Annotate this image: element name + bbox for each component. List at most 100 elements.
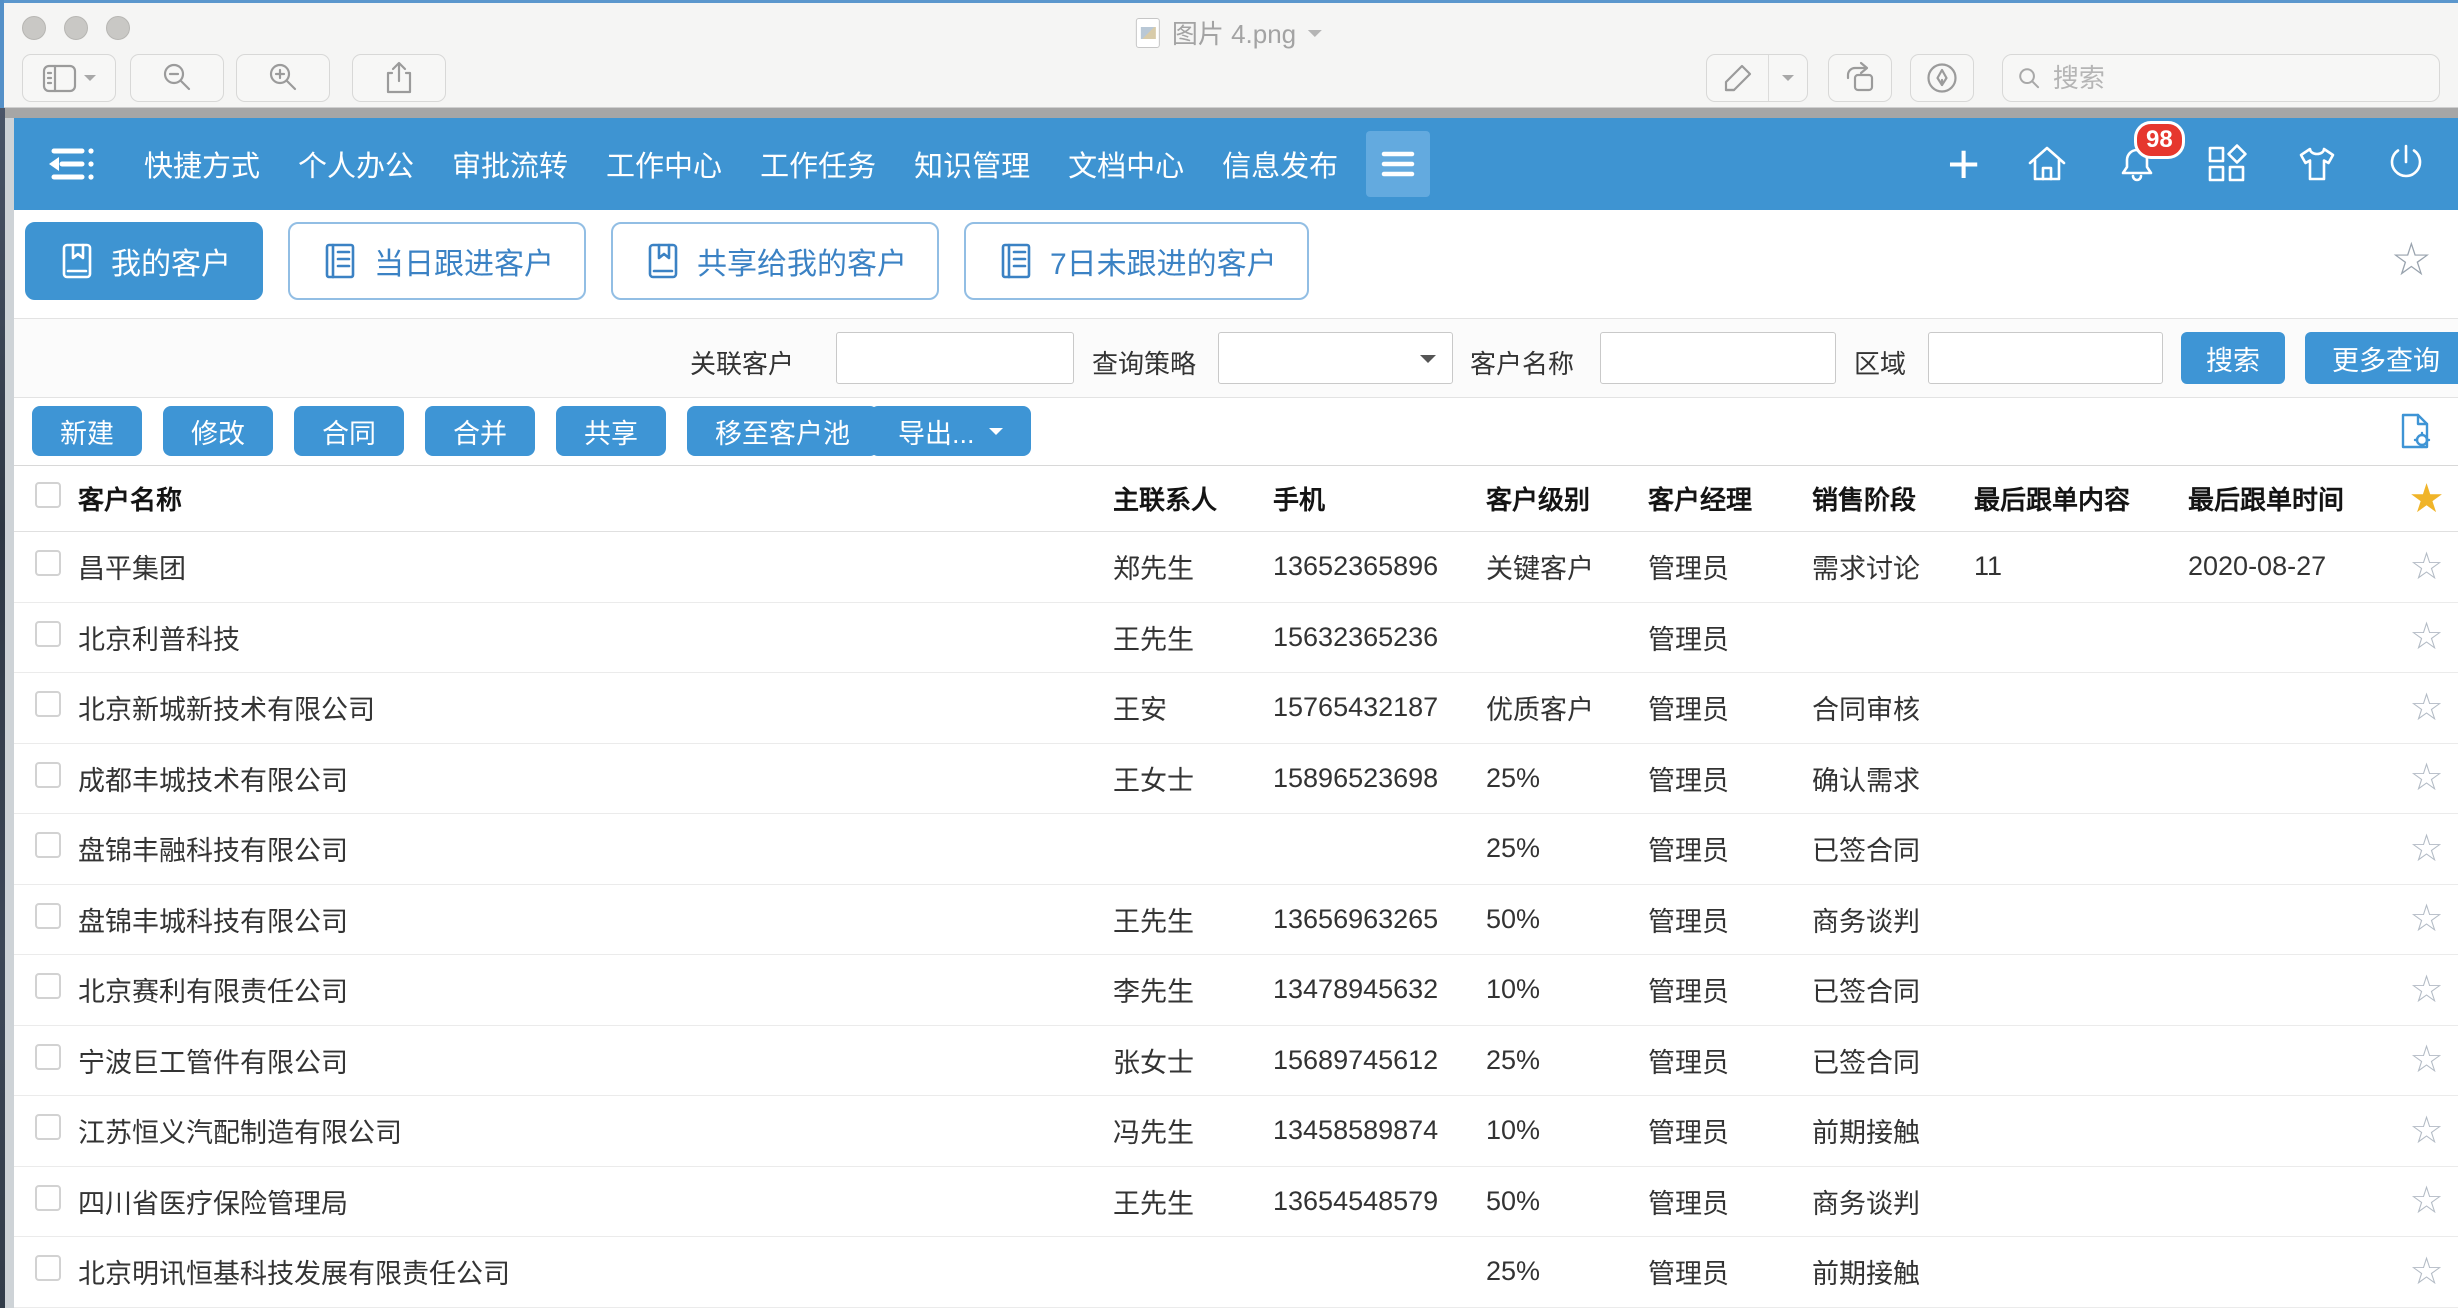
export-button[interactable]: 导出... [870,406,1031,456]
rotate-left-icon [1846,61,1874,92]
preview-search-field[interactable] [2002,54,2440,102]
customer-name-cell[interactable]: 成都丰城技术有限公司 [78,759,1113,798]
nav-menu-item[interactable]: 快捷方式 [144,143,260,185]
row-checkbox[interactable] [35,1184,61,1211]
search-button[interactable]: 搜索 [2181,332,2285,384]
action-button[interactable]: 共享 [556,406,666,456]
customer-tab[interactable]: 当日跟进客户 [288,222,586,300]
customer-name-cell[interactable]: 四川省医疗保险管理局 [78,1182,1113,1221]
row-favorite-star-icon[interactable] [2409,689,2443,727]
row-checkbox[interactable] [35,761,61,788]
row-favorite-star-icon[interactable] [2409,900,2443,938]
zoom-window-button[interactable] [106,16,130,40]
row-favorite-star-icon[interactable] [2409,971,2443,1009]
nav-menu-item[interactable]: 知识管理 [914,143,1030,185]
column-header[interactable]: 最后跟单内容 [1974,480,2188,517]
markup-toolbar-button[interactable] [1910,54,1974,102]
logout-button[interactable] [2384,141,2428,187]
column-header[interactable]: 主联系人 [1113,480,1273,517]
row-favorite-star-icon[interactable] [2409,830,2443,868]
phone-cell: 15632365236 [1273,621,1439,652]
column-header[interactable]: 最后跟单时间 [2188,480,2395,517]
action-button[interactable]: 合同 [294,406,404,456]
row-checkbox[interactable] [35,832,61,859]
notifications-button[interactable]: 98 [2114,121,2185,187]
customer-name-cell[interactable]: 北京赛利有限责任公司 [78,970,1113,1009]
table-row: 北京新城新技术有限公司 王安 15765432187 优质客户 管理员 合同审核 [0,673,2458,744]
nav-menu-item[interactable]: 信息发布 [1222,143,1338,185]
customer-name-cell[interactable]: 盘锦丰城科技有限公司 [78,900,1113,939]
row-checkbox[interactable] [35,620,61,647]
row-favorite-star-icon[interactable] [2409,548,2443,586]
customer-name-cell[interactable]: 盘锦丰融科技有限公司 [78,829,1113,868]
customer-tab[interactable]: 7日未跟进的客户 [964,222,1309,300]
row-checkbox[interactable] [35,1255,61,1282]
column-header[interactable]: 客户级别 [1486,480,1648,517]
row-favorite-star-icon[interactable] [2409,759,2443,797]
column-header[interactable]: 销售阶段 [1812,480,1974,517]
customer-tab[interactable]: 共享给我的客户 [611,222,939,300]
home-button[interactable] [2024,141,2070,187]
minimize-window-button[interactable] [64,16,88,40]
favorite-page-star-icon[interactable] [2391,236,2432,282]
add-button[interactable]: + [1947,136,1980,192]
customer-name-cell[interactable]: 北京明讯恒基科技发展有限责任公司 [78,1252,1113,1291]
zoom-in-button[interactable] [236,54,330,102]
column-header[interactable]: 手机 [1273,480,1486,517]
row-checkbox[interactable] [35,1043,61,1070]
row-favorite-star-icon[interactable] [2409,1253,2443,1291]
pen-button[interactable] [1707,55,1769,101]
row-favorite-star-icon[interactable] [2409,618,2443,656]
nav-collapse-button[interactable] [38,140,100,188]
nav-menu-item[interactable]: 个人办公 [298,143,414,185]
region-input[interactable] [1928,332,2163,384]
rotate-button[interactable] [1828,54,1892,102]
theme-button[interactable] [2294,141,2340,187]
nav-menu-item[interactable]: 工作中心 [606,143,722,185]
title-chevron-icon[interactable] [1308,29,1323,44]
more-query-button[interactable]: 更多查询 [2305,332,2458,384]
row-checkbox[interactable] [35,550,61,577]
nav-menu-item[interactable]: 审批流转 [452,143,568,185]
nav-menu-item[interactable]: 文档中心 [1068,143,1184,185]
apps-button[interactable] [2204,141,2250,187]
customer-name-cell[interactable]: 北京新城新技术有限公司 [78,688,1113,727]
zoom-out-button[interactable] [130,54,224,102]
action-button[interactable]: 移至客户池 [687,406,878,456]
action-button[interactable]: 修改 [163,406,273,456]
select-all-checkbox[interactable] [35,482,61,508]
search-input[interactable] [2050,61,2425,95]
nav-overflow-button[interactable] [1366,131,1431,197]
share-button[interactable] [352,54,446,102]
row-favorite-star-icon[interactable] [2409,1041,2443,1079]
action-button[interactable]: 新建 [32,406,142,456]
customer-name-input[interactable] [1600,332,1836,384]
row-checkbox[interactable] [35,973,61,1000]
nav-menu-item[interactable]: 工作任务 [760,143,876,185]
column-settings-button[interactable] [2396,412,2434,455]
row-favorite-star-icon[interactable] [2409,1112,2443,1150]
share-icon [386,61,412,94]
customer-name-cell[interactable]: 昌平集团 [78,547,1113,586]
query-strategy-select[interactable] [1218,332,1453,384]
row-checkbox[interactable] [35,902,61,929]
customer-name-cell[interactable]: 江苏恒义汽配制造有限公司 [78,1111,1113,1150]
row-checkbox[interactable] [35,1114,61,1141]
column-header[interactable]: 客户经理 [1648,480,1812,517]
customer-level-cell: 25% [1486,1256,1541,1287]
customer-name-cell[interactable]: 北京利普科技 [78,618,1113,657]
customer-tab[interactable]: 我的客户 [25,222,263,300]
close-window-button[interactable] [22,16,46,40]
sidebar-toggle-button[interactable] [22,54,116,102]
related-customer-input[interactable] [836,332,1074,384]
customer-level-cell: 25% [1486,1044,1541,1075]
pen-options-button[interactable] [1769,55,1807,101]
row-favorite-star-icon[interactable] [2409,1182,2443,1220]
favorite-column-star-icon[interactable] [2409,479,2445,519]
action-button[interactable]: 合并 [425,406,535,456]
column-header[interactable]: 客户名称 [78,480,1113,517]
customer-name-cell[interactable]: 宁波巨工管件有限公司 [78,1041,1113,1080]
row-checkbox[interactable] [35,691,61,718]
markup-pen-button-group[interactable] [1706,54,1808,102]
window-controls[interactable] [22,16,130,40]
